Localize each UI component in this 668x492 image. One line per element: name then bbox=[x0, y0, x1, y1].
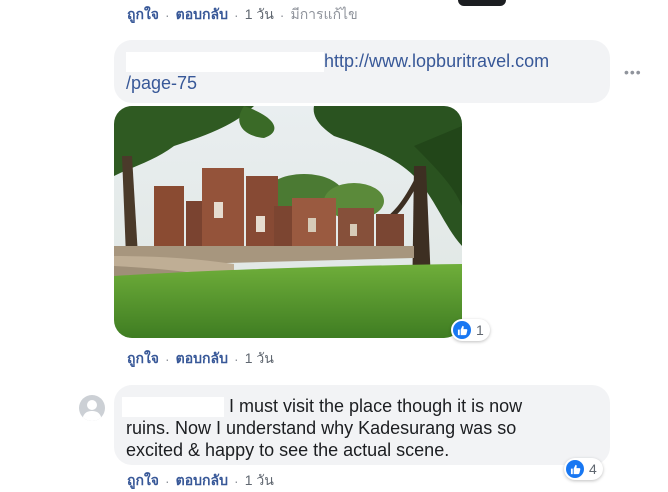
like-link[interactable]: ถูกใจ bbox=[127, 348, 159, 370]
comment-actions-mid: ถูกใจ · ตอบกลับ · 1 วัน bbox=[127, 348, 274, 370]
timestamp[interactable]: 1 วัน bbox=[245, 4, 274, 26]
reply-link[interactable]: ตอบกลับ bbox=[176, 470, 228, 492]
more-horizontal-icon[interactable]: ••• bbox=[624, 64, 642, 80]
avatar[interactable] bbox=[79, 395, 105, 421]
link-url[interactable]: http://www.lopburitravel.com bbox=[324, 51, 549, 71]
reaction-badge-comment[interactable]: 4 bbox=[564, 458, 603, 480]
separator-dot: · bbox=[234, 351, 239, 367]
cropped-element bbox=[458, 0, 506, 6]
timestamp[interactable]: 1 วัน bbox=[245, 470, 274, 492]
comment-actions-top: ถูกใจ · ตอบกลับ · 1 วัน · มีการแก้ไข bbox=[127, 4, 358, 26]
redacted-author bbox=[122, 397, 224, 418]
separator-dot: · bbox=[279, 7, 285, 23]
separator-dot: · bbox=[165, 7, 170, 23]
like-icon bbox=[453, 321, 471, 339]
comment-text-line3: excited & happy to see the actual scene. bbox=[126, 440, 450, 460]
separator-dot: · bbox=[165, 351, 170, 367]
redacted-author bbox=[126, 52, 324, 73]
separator-dot: · bbox=[234, 7, 239, 23]
reply-link[interactable]: ตอบกลับ bbox=[176, 348, 228, 370]
comment-actions-bottom: ถูกใจ · ตอบกลับ · 1 วัน bbox=[127, 470, 274, 492]
separator-dot: · bbox=[234, 473, 239, 489]
link-url-continued[interactable]: /page-75 bbox=[126, 73, 197, 93]
comment-photo[interactable] bbox=[114, 106, 462, 338]
ruins-photo-illustration bbox=[114, 106, 462, 338]
reply-link[interactable]: ตอบกลับ bbox=[176, 4, 228, 26]
reaction-count: 1 bbox=[476, 322, 484, 338]
comment-bubble: I must visit the place though it is now … bbox=[114, 385, 610, 465]
like-icon bbox=[566, 460, 584, 478]
timestamp[interactable]: 1 วัน bbox=[245, 348, 274, 370]
like-link[interactable]: ถูกใจ bbox=[127, 470, 159, 492]
default-avatar-icon bbox=[82, 400, 102, 421]
reaction-count: 4 bbox=[589, 461, 597, 477]
reaction-badge-photo[interactable]: 1 bbox=[451, 319, 490, 341]
like-link[interactable]: ถูกใจ bbox=[127, 4, 159, 26]
comment-text-line2: ruins. Now I understand why Kadesurang w… bbox=[126, 418, 517, 438]
edited-label[interactable]: มีการแก้ไข bbox=[290, 4, 357, 26]
link-comment-bubble: http://www.lopburitravel.com /page-75 bbox=[114, 40, 610, 103]
comment-text-line1: I must visit the place though it is now bbox=[229, 396, 523, 416]
separator-dot: · bbox=[165, 473, 170, 489]
